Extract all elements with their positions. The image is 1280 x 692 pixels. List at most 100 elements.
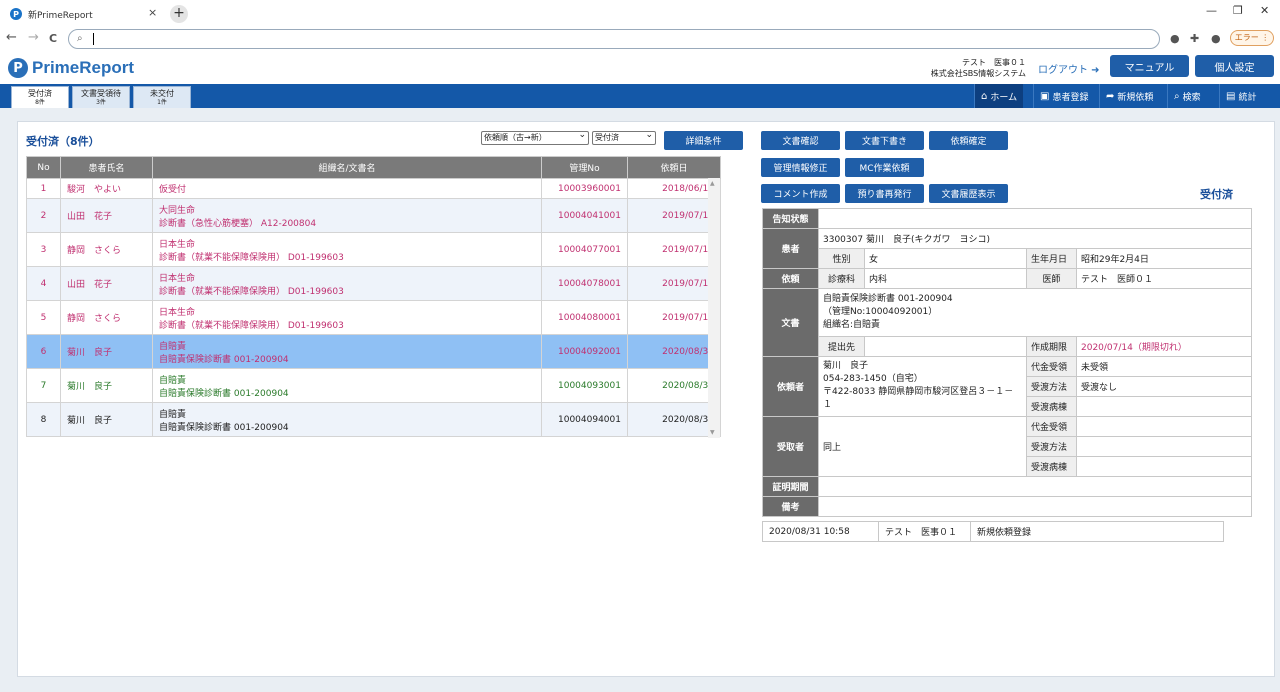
list-scrollbar[interactable]: ▲ ▼ — [708, 178, 720, 438]
label-fee: 代金受領 — [1026, 356, 1077, 377]
address-bar: ← → C ⌕ ● ✚ ● — [0, 28, 1280, 50]
cell-no: 2 — [26, 198, 61, 233]
record-icon[interactable]: ● — [1170, 32, 1180, 45]
document-confirm-button[interactable]: 文書確認 — [761, 131, 840, 150]
label-note: 備考 — [762, 496, 819, 517]
value-submit — [864, 336, 1027, 357]
tab-close-icon[interactable]: × — [148, 6, 157, 19]
cell-org: 自賠責 — [159, 341, 187, 352]
label-document: 文書 — [762, 288, 819, 357]
document-history-button[interactable]: 文書履歴表示 — [929, 184, 1008, 203]
requester-address: 〒422-8033 静岡県静岡市駿河区登呂３－１－１ — [823, 387, 1014, 410]
new-tab-button[interactable]: + — [170, 5, 188, 23]
mc-request-button[interactable]: MC作業依頼 — [845, 158, 924, 177]
logo-icon: P — [8, 58, 28, 78]
forward-icon[interactable]: → — [28, 30, 39, 45]
value-cert-period — [818, 476, 1252, 497]
detail-table: 告知状態 患者 3300307 菊川 良子(キクガワ ヨシコ) 性別 女 生年月… — [762, 208, 1252, 517]
col-header-no[interactable]: No — [26, 156, 61, 179]
nav-statistics[interactable]: ▤ 統計 — [1219, 84, 1267, 108]
minimize-icon[interactable]: — — [1206, 4, 1217, 17]
requester-name: 菊川 良子 — [823, 361, 869, 371]
tab-received[interactable]: 受付済 8件 — [11, 86, 69, 108]
nav-label: ホーム — [990, 92, 1018, 103]
sort-select[interactable]: 依頼順（古→新） — [481, 129, 589, 145]
table-row[interactable]: 3 静岡 さくら 日本生命 診断書（就業不能保障保険用） D01-199603 1… — [26, 232, 721, 267]
management-edit-button[interactable]: 管理情報修正 — [761, 158, 840, 177]
value-fee: 未受領 — [1076, 356, 1252, 377]
cell-mgmt-no: 10003960001 — [541, 178, 628, 199]
value-receiver-method — [1076, 436, 1252, 457]
nav-patient-register[interactable]: ▣ 患者登録 — [1033, 84, 1094, 108]
value-receiver-fee — [1076, 416, 1252, 437]
back-icon[interactable]: ← — [6, 30, 17, 45]
cell-document: 大同生命 診断書（急性心筋梗塞） A12-200804 — [152, 198, 542, 233]
value-document: 自賠責保険診断書 001-200904 （管理No:10004092001） 組… — [818, 288, 1252, 337]
table-row[interactable]: 4 山田 花子 日本生命 診断書（就業不能保障保険用） D01-199603 10… — [26, 266, 721, 301]
value-note — [818, 496, 1252, 517]
tab-count: 3件 — [96, 99, 106, 106]
cell-date: 2019/07/11 — [627, 300, 721, 335]
table-row-selected[interactable]: 6 菊川 良子 自賠責 自賠責保険診断書 001-200904 100040920… — [26, 334, 721, 369]
logout-link[interactable]: ログアウト ➜ — [1038, 61, 1100, 76]
label-fee: 代金受領 — [1026, 416, 1077, 437]
reload-icon[interactable]: C — [49, 32, 57, 45]
profile-icon[interactable]: ● — [1211, 32, 1221, 45]
value-sex: 女 — [864, 248, 1027, 269]
cell-org: 自賠責 — [159, 409, 187, 420]
tab-not-delivered[interactable]: 未交付 1件 — [133, 86, 191, 108]
comment-button[interactable]: コメント作成 — [761, 184, 840, 203]
table-row[interactable]: 7 菊川 良子 自賠責 自賠責保険診断書 001-200904 100040930… — [26, 368, 721, 403]
scroll-up-icon[interactable]: ▲ — [710, 180, 715, 187]
tab-count: 1件 — [157, 99, 167, 106]
history-datetime: 2020/08/31 10:58 — [762, 521, 879, 542]
col-header-date[interactable]: 依頼日 — [627, 156, 721, 179]
status-select[interactable]: 受付済 — [592, 129, 656, 145]
nav-new-request[interactable]: ➦ 新規依頼 — [1099, 84, 1159, 108]
cell-doc: 自賠責保険診断書 001-200904 — [159, 354, 289, 365]
detail-conditions-button[interactable]: 詳細条件 — [664, 131, 743, 150]
error-badge[interactable]: エラー ⋮ — [1230, 30, 1274, 46]
extensions-icon[interactable]: ✚ — [1190, 32, 1199, 45]
document-draft-button[interactable]: 文書下書き — [845, 131, 924, 150]
close-window-icon[interactable]: ✕ — [1260, 4, 1269, 17]
nav-home[interactable]: ⌂ ホーム — [974, 84, 1024, 108]
detail-status: 受付済 — [1200, 188, 1233, 201]
value-patient: 3300307 菊川 良子(キクガワ ヨシコ) — [818, 228, 1252, 249]
doc-line: 自賠責保険診断書 001-200904 — [823, 294, 953, 304]
label-submit: 提出先 — [818, 336, 865, 357]
scroll-down-icon[interactable]: ▼ — [710, 429, 715, 436]
cell-doc: 自賠責保険診断書 001-200904 — [159, 388, 289, 399]
label-ward: 受渡病棟 — [1026, 396, 1077, 417]
browser-tab[interactable]: P 新PrimeReport × — [0, 0, 165, 28]
nav-label: 患者登録 — [1052, 92, 1089, 103]
url-input[interactable]: ⌕ — [68, 29, 1160, 49]
table-row[interactable]: 5 静岡 さくら 日本生命 診断書（就業不能保障保険用） D01-199603 1… — [26, 300, 721, 335]
restore-icon[interactable]: ❐ — [1233, 4, 1243, 17]
cell-name: 静岡 さくら — [60, 300, 153, 335]
request-confirm-button[interactable]: 依頼確定 — [929, 131, 1008, 150]
reissue-receipt-button[interactable]: 預り書再発行 — [845, 184, 924, 203]
nav-search[interactable]: ⌕ 検索 — [1167, 84, 1207, 108]
col-header-mgmt-no[interactable]: 管理No — [541, 156, 628, 179]
cell-no: 7 — [26, 368, 61, 403]
tab-awaiting-document[interactable]: 文書受領待 3件 — [72, 86, 130, 108]
user-name: テスト 医事０１ — [962, 58, 1026, 67]
col-header-document[interactable]: 組織名/文書名 — [152, 156, 542, 179]
table-row[interactable]: 2 山田 花子 大同生命 診断書（急性心筋梗塞） A12-200804 10004… — [26, 198, 721, 233]
col-header-name[interactable]: 患者氏名 — [60, 156, 153, 179]
cell-name: 菊川 良子 — [60, 402, 153, 437]
cell-mgmt-no: 10004041001 — [541, 198, 628, 233]
label-request: 依頼 — [762, 268, 819, 289]
table-row[interactable]: 8 菊川 良子 自賠責 自賠責保険診断書 001-200904 100040940… — [26, 402, 721, 437]
company-name: 株式会社SBS情報システム — [930, 69, 1026, 78]
settings-button[interactable]: 個人設定 — [1195, 55, 1274, 77]
text-caret — [93, 33, 94, 45]
cell-org: 日本生命 — [159, 273, 196, 284]
manual-button[interactable]: マニュアル — [1110, 55, 1189, 77]
nav-label: 検索 — [1182, 92, 1201, 103]
cell-mgmt-no: 10004094001 — [541, 402, 628, 437]
table-row[interactable]: 1 駿河 やよい 仮受付 10003960001 2018/06/16 — [26, 178, 721, 199]
main-navbar: 受付済 8件 文書受領待 3件 未交付 1件 ⌂ ホーム ▣ 患者登録 ➦ 新規… — [0, 84, 1280, 108]
cell-date: 2019/07/11 — [627, 232, 721, 267]
